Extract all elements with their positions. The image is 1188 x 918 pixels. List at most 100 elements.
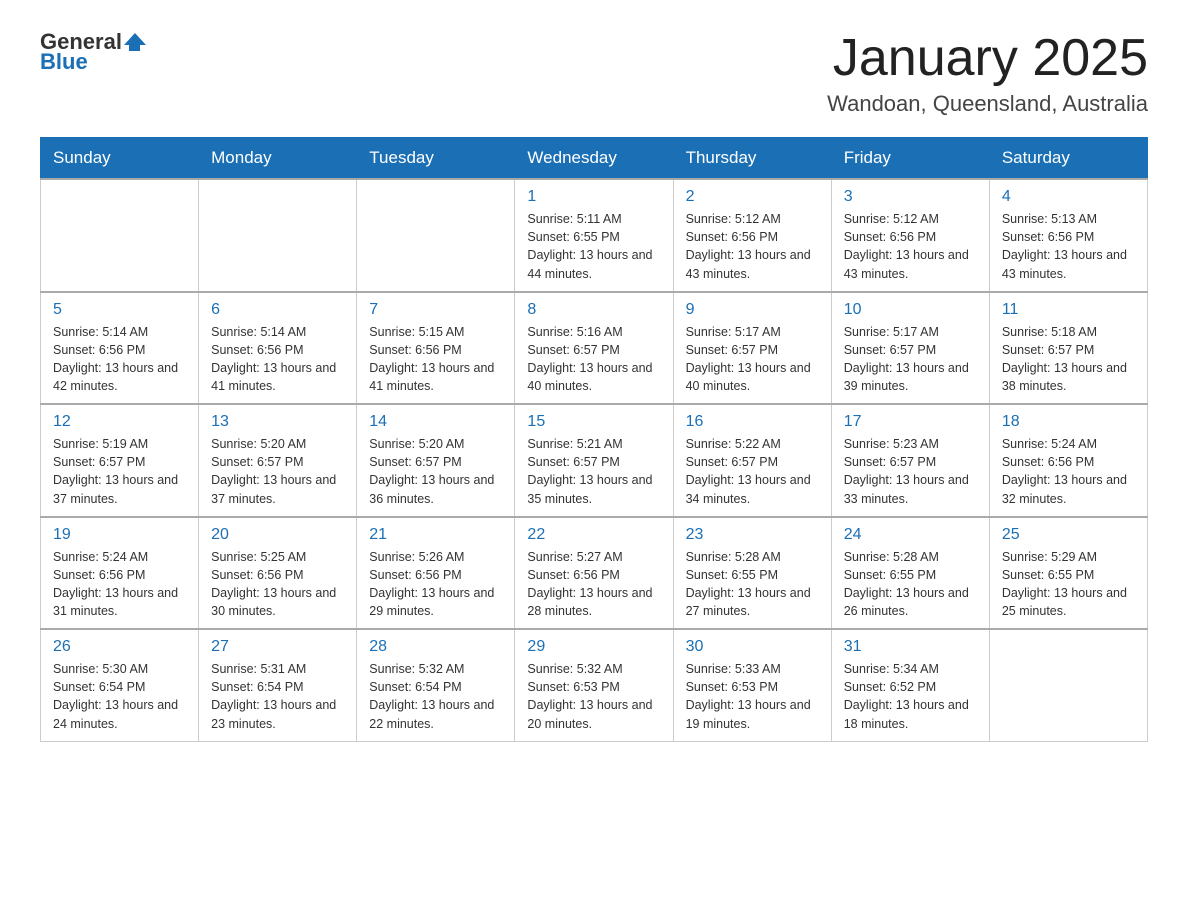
day-info: Sunrise: 5:24 AM Sunset: 6:56 PM Dayligh… <box>53 548 186 621</box>
calendar-cell: 11 Sunrise: 5:18 AM Sunset: 6:57 PM Dayli… <box>989 292 1147 405</box>
day-number: 11 <box>1002 301 1135 319</box>
calendar-cell <box>199 179 357 292</box>
day-info: Sunrise: 5:25 AM Sunset: 6:56 PM Dayligh… <box>211 548 344 621</box>
calendar-cell: 6 Sunrise: 5:14 AM Sunset: 6:56 PM Daylig… <box>199 292 357 405</box>
calendar-cell: 15 Sunrise: 5:21 AM Sunset: 6:57 PM Dayli… <box>515 404 673 517</box>
logo-icon <box>124 29 146 51</box>
day-info: Sunrise: 5:16 AM Sunset: 6:57 PM Dayligh… <box>527 323 660 396</box>
day-info: Sunrise: 5:28 AM Sunset: 6:55 PM Dayligh… <box>686 548 819 621</box>
calendar-cell: 14 Sunrise: 5:20 AM Sunset: 6:57 PM Dayli… <box>357 404 515 517</box>
calendar-cell: 20 Sunrise: 5:25 AM Sunset: 6:56 PM Dayli… <box>199 517 357 630</box>
day-number: 31 <box>844 638 977 656</box>
day-number: 9 <box>686 301 819 319</box>
day-number: 15 <box>527 413 660 431</box>
day-info: Sunrise: 5:29 AM Sunset: 6:55 PM Dayligh… <box>1002 548 1135 621</box>
calendar-cell <box>357 179 515 292</box>
title-block: January 2025 Wandoan, Queensland, Austra… <box>827 30 1148 117</box>
day-info: Sunrise: 5:14 AM Sunset: 6:56 PM Dayligh… <box>211 323 344 396</box>
day-number: 2 <box>686 188 819 206</box>
day-of-week-header: Wednesday <box>515 138 673 180</box>
calendar-cell: 19 Sunrise: 5:24 AM Sunset: 6:56 PM Dayli… <box>41 517 199 630</box>
calendar-cell: 16Sunrise: 5:22 AM Sunset: 6:57 PM Dayli… <box>673 404 831 517</box>
day-number: 25 <box>1002 526 1135 544</box>
day-number: 17 <box>844 413 977 431</box>
day-info: Sunrise: 5:13 AM Sunset: 6:56 PM Dayligh… <box>1002 210 1135 283</box>
day-info: Sunrise: 5:31 AM Sunset: 6:54 PM Dayligh… <box>211 660 344 733</box>
calendar-cell: 17 Sunrise: 5:23 AM Sunset: 6:57 PM Dayli… <box>831 404 989 517</box>
day-number: 26 <box>53 638 186 656</box>
calendar-week-row: 26 Sunrise: 5:30 AM Sunset: 6:54 PM Dayli… <box>41 629 1148 741</box>
calendar-week-row: 1 Sunrise: 5:11 AM Sunset: 6:55 PM Daylig… <box>41 179 1148 292</box>
day-of-week-header: Monday <box>199 138 357 180</box>
day-number: 29 <box>527 638 660 656</box>
day-info: Sunrise: 5:34 AM Sunset: 6:52 PM Dayligh… <box>844 660 977 733</box>
calendar-week-row: 5 Sunrise: 5:14 AM Sunset: 6:56 PM Daylig… <box>41 292 1148 405</box>
day-info: Sunrise: 5:26 AM Sunset: 6:56 PM Dayligh… <box>369 548 502 621</box>
day-number: 5 <box>53 301 186 319</box>
day-info: Sunrise: 5:28 AM Sunset: 6:55 PM Dayligh… <box>844 548 977 621</box>
calendar-cell: 2 Sunrise: 5:12 AM Sunset: 6:56 PM Daylig… <box>673 179 831 292</box>
calendar-cell: 10 Sunrise: 5:17 AM Sunset: 6:57 PM Dayli… <box>831 292 989 405</box>
day-info: Sunrise: 5:17 AM Sunset: 6:57 PM Dayligh… <box>686 323 819 396</box>
day-of-week-header: Saturday <box>989 138 1147 180</box>
day-number: 19 <box>53 526 186 544</box>
calendar-cell: 29Sunrise: 5:32 AM Sunset: 6:53 PM Dayli… <box>515 629 673 741</box>
calendar-cell: 31 Sunrise: 5:34 AM Sunset: 6:52 PM Dayli… <box>831 629 989 741</box>
day-number: 6 <box>211 301 344 319</box>
calendar-cell: 5 Sunrise: 5:14 AM Sunset: 6:56 PM Daylig… <box>41 292 199 405</box>
day-number: 24 <box>844 526 977 544</box>
day-info: Sunrise: 5:11 AM Sunset: 6:55 PM Dayligh… <box>527 210 660 283</box>
calendar-cell: 25 Sunrise: 5:29 AM Sunset: 6:55 PM Dayli… <box>989 517 1147 630</box>
day-number: 30 <box>686 638 819 656</box>
day-number: 4 <box>1002 188 1135 206</box>
day-info: Sunrise: 5:20 AM Sunset: 6:57 PM Dayligh… <box>369 435 502 508</box>
day-info: Sunrise: 5:24 AM Sunset: 6:56 PM Dayligh… <box>1002 435 1135 508</box>
calendar-cell: 24 Sunrise: 5:28 AM Sunset: 6:55 PM Dayli… <box>831 517 989 630</box>
day-number: 12 <box>53 413 186 431</box>
day-of-week-header: Thursday <box>673 138 831 180</box>
day-info: Sunrise: 5:19 AM Sunset: 6:57 PM Dayligh… <box>53 435 186 508</box>
day-info: Sunrise: 5:21 AM Sunset: 6:57 PM Dayligh… <box>527 435 660 508</box>
day-info: Sunrise: 5:12 AM Sunset: 6:56 PM Dayligh… <box>844 210 977 283</box>
day-number: 20 <box>211 526 344 544</box>
logo: General Blue <box>40 30 146 74</box>
month-title: January 2025 <box>827 30 1148 87</box>
day-info: Sunrise: 5:23 AM Sunset: 6:57 PM Dayligh… <box>844 435 977 508</box>
day-info: Sunrise: 5:18 AM Sunset: 6:57 PM Dayligh… <box>1002 323 1135 396</box>
day-info: Sunrise: 5:12 AM Sunset: 6:56 PM Dayligh… <box>686 210 819 283</box>
day-number: 23 <box>686 526 819 544</box>
day-number: 10 <box>844 301 977 319</box>
day-number: 8 <box>527 301 660 319</box>
calendar-cell: 18Sunrise: 5:24 AM Sunset: 6:56 PM Dayli… <box>989 404 1147 517</box>
logo-blue-text: Blue <box>40 50 88 74</box>
calendar-cell <box>989 629 1147 741</box>
day-number: 7 <box>369 301 502 319</box>
calendar-cell: 28Sunrise: 5:32 AM Sunset: 6:54 PM Dayli… <box>357 629 515 741</box>
day-info: Sunrise: 5:27 AM Sunset: 6:56 PM Dayligh… <box>527 548 660 621</box>
calendar-cell: 3Sunrise: 5:12 AM Sunset: 6:56 PM Daylig… <box>831 179 989 292</box>
day-of-week-header: Sunday <box>41 138 199 180</box>
day-info: Sunrise: 5:14 AM Sunset: 6:56 PM Dayligh… <box>53 323 186 396</box>
day-info: Sunrise: 5:17 AM Sunset: 6:57 PM Dayligh… <box>844 323 977 396</box>
day-number: 14 <box>369 413 502 431</box>
calendar-cell: 1 Sunrise: 5:11 AM Sunset: 6:55 PM Daylig… <box>515 179 673 292</box>
day-info: Sunrise: 5:33 AM Sunset: 6:53 PM Dayligh… <box>686 660 819 733</box>
calendar-cell: 23 Sunrise: 5:28 AM Sunset: 6:55 PM Dayli… <box>673 517 831 630</box>
day-number: 28 <box>369 638 502 656</box>
day-number: 16 <box>686 413 819 431</box>
calendar-table: SundayMondayTuesdayWednesdayThursdayFrid… <box>40 137 1148 742</box>
day-info: Sunrise: 5:30 AM Sunset: 6:54 PM Dayligh… <box>53 660 186 733</box>
calendar-cell: 22Sunrise: 5:27 AM Sunset: 6:56 PM Dayli… <box>515 517 673 630</box>
day-of-week-header: Tuesday <box>357 138 515 180</box>
calendar-cell: 21Sunrise: 5:26 AM Sunset: 6:56 PM Dayli… <box>357 517 515 630</box>
day-info: Sunrise: 5:20 AM Sunset: 6:57 PM Dayligh… <box>211 435 344 508</box>
calendar-cell: 13Sunrise: 5:20 AM Sunset: 6:57 PM Dayli… <box>199 404 357 517</box>
day-number: 1 <box>527 188 660 206</box>
calendar-cell: 27Sunrise: 5:31 AM Sunset: 6:54 PM Dayli… <box>199 629 357 741</box>
calendar-cell: 9 Sunrise: 5:17 AM Sunset: 6:57 PM Daylig… <box>673 292 831 405</box>
day-of-week-header: Friday <box>831 138 989 180</box>
page-header: General Blue January 2025 Wandoan, Queen… <box>40 30 1148 117</box>
calendar-cell <box>41 179 199 292</box>
calendar-cell: 8 Sunrise: 5:16 AM Sunset: 6:57 PM Daylig… <box>515 292 673 405</box>
location-text: Wandoan, Queensland, Australia <box>827 91 1148 117</box>
